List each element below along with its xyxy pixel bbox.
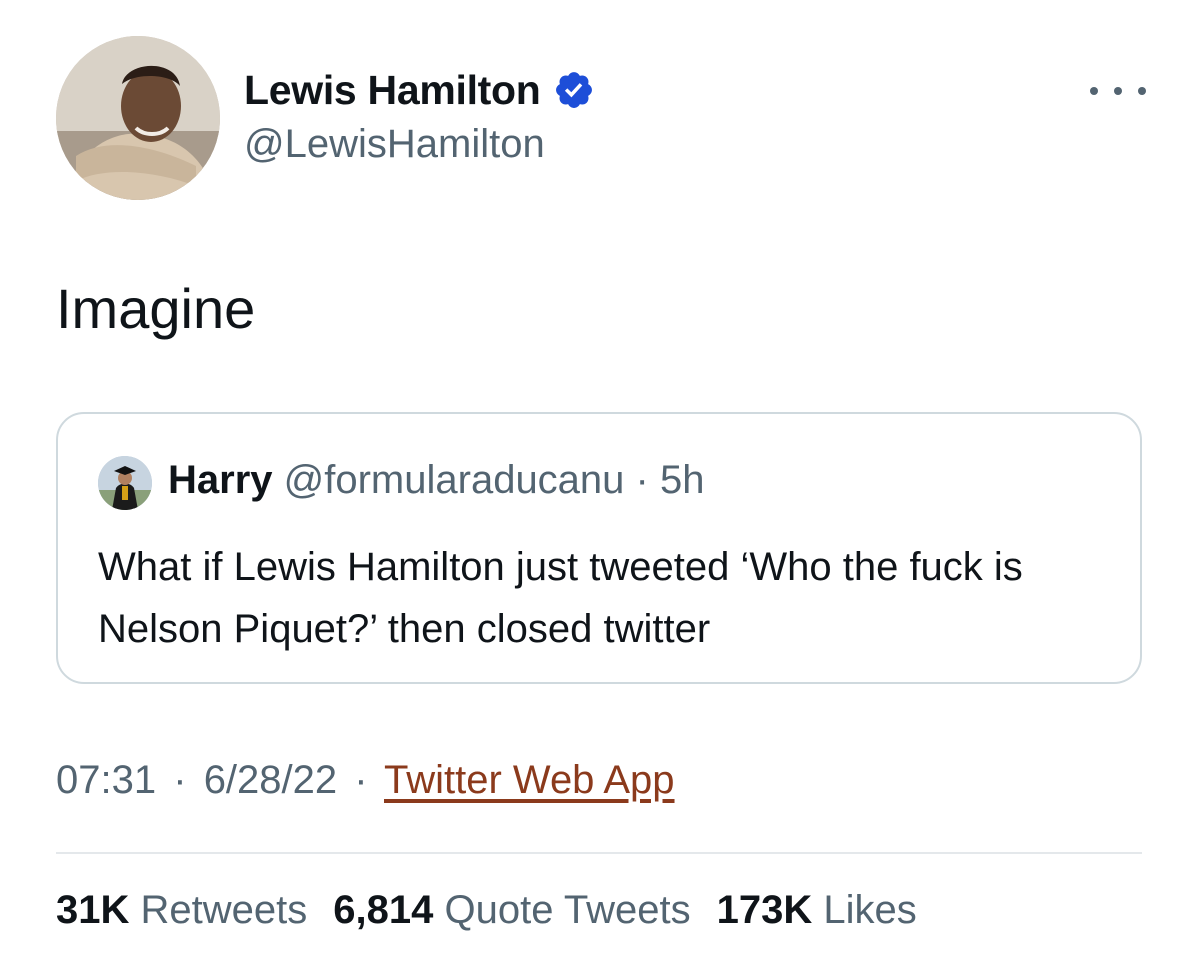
quoted-tweet-header: Harry @formularaducanu · 5h <box>168 458 705 503</box>
tweet-metadata: 07:31 · 6/28/22 · Twitter Web App <box>56 758 675 803</box>
engagement-stats: 31K Retweets 6,814 Quote Tweets 173K Lik… <box>56 888 917 933</box>
more-dot <box>1090 87 1098 95</box>
meta-separator: · <box>173 758 187 802</box>
quoted-tweet-age[interactable]: 5h <box>660 458 705 502</box>
quoted-author-name[interactable]: Harry <box>168 458 273 502</box>
meta-separator: · <box>354 758 368 802</box>
more-dot <box>1114 87 1122 95</box>
likes-label: Likes <box>823 888 917 932</box>
quoted-tweet-text: What if Lewis Hamilton just tweeted ‘Who… <box>98 545 1023 651</box>
quoted-author-avatar[interactable] <box>98 456 152 510</box>
quoted-tweet-card[interactable]: Harry @formularaducanu · 5h What if Lewi… <box>56 412 1142 684</box>
more-dot <box>1138 87 1146 95</box>
retweets-stat[interactable]: 31K Retweets <box>56 888 307 933</box>
verified-badge-icon <box>555 72 592 108</box>
author-name[interactable]: Lewis Hamilton <box>244 67 541 114</box>
retweets-count: 31K <box>56 888 130 932</box>
tweet-source-link[interactable]: Twitter Web App <box>384 758 675 802</box>
author-handle[interactable]: @LewisHamilton <box>244 122 545 167</box>
quoted-author-handle[interactable]: @formularaducanu <box>284 458 625 502</box>
likes-count: 173K <box>716 888 813 932</box>
quoted-separator: · <box>635 458 649 502</box>
author-avatar[interactable] <box>56 36 220 200</box>
quote-tweets-stat[interactable]: 6,814 Quote Tweets <box>333 888 690 933</box>
divider <box>56 852 1142 854</box>
retweets-label: Retweets <box>140 888 308 932</box>
tweet-text: Imagine <box>56 277 256 340</box>
tweet-time[interactable]: 07:31 <box>56 758 156 802</box>
likes-stat[interactable]: 173K Likes <box>717 888 917 933</box>
quote-tweets-count: 6,814 <box>333 888 434 932</box>
tweet-date[interactable]: 6/28/22 <box>204 758 337 802</box>
more-options-icon[interactable] <box>1090 80 1146 102</box>
author-name-row: Lewis Hamilton <box>244 62 595 118</box>
quote-tweets-label: Quote Tweets <box>444 888 691 932</box>
